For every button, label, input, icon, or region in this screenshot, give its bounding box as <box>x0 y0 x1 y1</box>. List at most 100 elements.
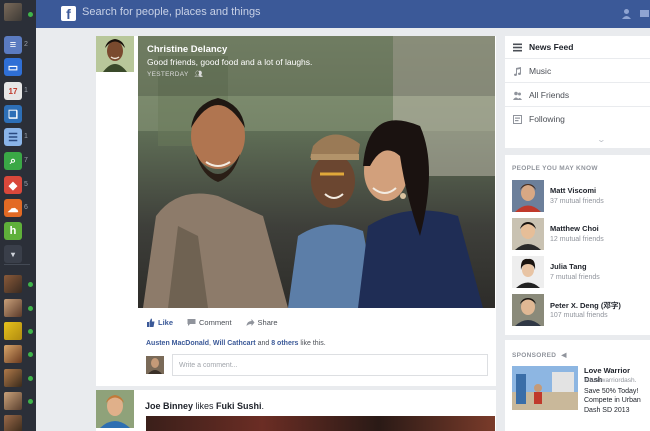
search-input[interactable]: Search for people, places and things <box>82 6 261 18</box>
mutual-friends-count[interactable]: 107 mutual friends <box>550 312 608 319</box>
app-count: 1 <box>24 87 28 94</box>
nav-item-label: Following <box>529 114 565 124</box>
soundcloud-app-icon[interactable]: ☁ <box>4 199 22 217</box>
rail-divider <box>4 264 30 265</box>
divider <box>505 82 650 83</box>
app-count: 2 <box>24 41 28 48</box>
music-note-icon <box>514 66 521 76</box>
groups-app-icon[interactable]: ☰ <box>4 128 22 146</box>
person-avatar <box>512 294 544 326</box>
liker-name[interactable]: Austen MacDonald <box>146 340 209 347</box>
likes-summary: Austen MacDonald, Will Cathcart and 8 ot… <box>146 340 326 347</box>
app-count: 1 <box>24 133 28 140</box>
nav-item-following[interactable]: Following <box>505 109 650 129</box>
nav-item-label: News Feed <box>529 42 574 52</box>
friend-avatar[interactable] <box>4 415 22 431</box>
liker-name[interactable]: Will Cathcart <box>213 340 256 347</box>
post-actions: Like Comment Share <box>146 316 278 328</box>
section-heading: PEOPLE YOU MAY KNOW <box>512 165 598 172</box>
divider <box>505 58 650 59</box>
friend-avatar[interactable] <box>4 369 22 387</box>
story-end: . <box>261 401 265 411</box>
friends-icon <box>513 91 522 100</box>
like-button[interactable]: Like <box>146 316 173 328</box>
game-app-icon[interactable]: ◆ <box>4 176 22 194</box>
mutual-friends-count[interactable]: 37 mutual friends <box>550 198 604 205</box>
online-indicator-icon <box>28 399 33 404</box>
person-avatar <box>512 180 544 212</box>
likes-suffix: like this. <box>298 340 326 347</box>
person-name[interactable]: Matthew Choi <box>550 224 599 233</box>
nav-item-label: All Friends <box>529 90 570 100</box>
friend-avatar[interactable] <box>4 275 22 293</box>
sponsored-heading: SPONSORED <box>512 352 557 359</box>
nav-item-label: Music <box>529 66 552 76</box>
nav-item-all-friends[interactable]: All Friends <box>505 85 650 105</box>
post-author-avatar[interactable] <box>96 36 134 72</box>
app-count: 6 <box>24 204 28 211</box>
messages-app-icon[interactable]: ≡ <box>4 36 22 54</box>
friend-avatar[interactable] <box>4 392 22 410</box>
person-avatar <box>512 218 544 250</box>
person-name[interactable]: Julia Tang <box>550 262 587 271</box>
viewer-avatar <box>146 356 164 374</box>
comment-input[interactable]: Write a comment... <box>172 354 488 376</box>
suggested-person[interactable]: Julia Tang 7 mutual friends <box>512 256 647 290</box>
person-avatar <box>512 256 544 288</box>
person-name[interactable]: Peter X. Deng (邓字) <box>550 300 621 311</box>
post-photo[interactable] <box>146 416 495 431</box>
comment-button[interactable]: Comment <box>187 316 232 328</box>
megaphone-icon: ◀︎ <box>561 352 567 359</box>
expand-chevron-icon[interactable]: ⌄ <box>597 135 606 144</box>
likes-and: and <box>255 340 272 347</box>
following-icon <box>513 114 522 124</box>
app-count: 7 <box>24 157 28 164</box>
friend-avatar[interactable] <box>4 299 22 317</box>
friends-audience-icon: 👥︎ <box>194 71 204 78</box>
list-icon <box>513 43 522 51</box>
suggested-person[interactable]: Matt Viscomi 37 mutual friends <box>512 180 647 214</box>
story-author-name[interactable]: Joe Binney <box>145 401 193 411</box>
ad-description: Save 50% Today! Compete in Urban Dash SD… <box>584 388 641 414</box>
ad-image[interactable] <box>512 366 578 410</box>
post-timestamp[interactable]: YESTERDAY 👥︎ <box>147 70 203 78</box>
comment-label: Comment <box>199 317 232 327</box>
app-count: 5 <box>24 181 28 188</box>
like-label: Like <box>158 317 174 327</box>
friend-avatar[interactable] <box>4 322 22 340</box>
friend-requests-icon[interactable] <box>621 8 632 19</box>
liked-page-name[interactable]: Fuki Sushi <box>216 401 262 411</box>
post-author-avatar[interactable] <box>96 390 134 428</box>
messages-icon[interactable] <box>639 8 650 19</box>
online-indicator-icon <box>28 306 33 311</box>
other-likers-link[interactable]: 8 others <box>271 340 298 347</box>
suggested-person[interactable]: Matthew Choi 12 mutual friends <box>512 218 647 252</box>
post-text: Good friends, good food and a lot of lau… <box>147 57 313 67</box>
nav-item-music[interactable]: Music <box>505 61 650 81</box>
share-button[interactable]: Share <box>246 316 278 328</box>
post-author-name[interactable]: Christine Delancy <box>147 44 227 55</box>
calendar-app-icon[interactable]: 17 <box>4 82 22 100</box>
story-verb: likes <box>193 401 217 411</box>
houzz-app-icon[interactable]: h <box>4 222 22 240</box>
online-indicator-icon <box>28 12 33 17</box>
nav-item-news-feed[interactable]: News Feed <box>505 37 650 57</box>
share-icon <box>246 318 255 326</box>
profile-avatar[interactable] <box>4 3 22 21</box>
online-indicator-icon <box>28 329 33 334</box>
ad-url[interactable]: urbanwarriordash. <box>584 377 636 384</box>
search-app-icon[interactable]: ⌕ <box>4 152 22 170</box>
chat-app-icon[interactable]: ▭ <box>4 58 22 76</box>
more-apps-chevron-icon[interactable]: ▾ <box>4 245 22 263</box>
online-indicator-icon <box>28 282 33 287</box>
mutual-friends-count[interactable]: 7 mutual friends <box>550 274 600 281</box>
comment-icon <box>187 318 196 326</box>
pages-app-icon[interactable]: ❑ <box>4 105 22 123</box>
suggested-person[interactable]: Peter X. Deng (邓字) 107 mutual friends <box>512 294 647 328</box>
friend-avatar[interactable] <box>4 345 22 363</box>
facebook-logo-icon[interactable]: f <box>61 6 76 21</box>
share-label: Share <box>257 317 278 327</box>
person-name[interactable]: Matt Viscomi <box>550 186 596 195</box>
divider <box>505 106 650 107</box>
mutual-friends-count[interactable]: 12 mutual friends <box>550 236 604 243</box>
